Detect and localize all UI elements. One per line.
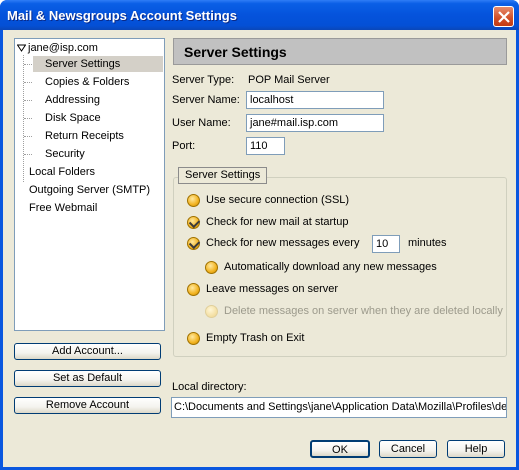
ok-button[interactable]: OK bbox=[310, 440, 370, 458]
tree-item-label: Copies & Folders bbox=[45, 76, 130, 88]
title-bar[interactable]: Mail & Newsgroups Account Settings bbox=[0, 0, 519, 30]
leave-on-server-checkbox[interactable] bbox=[187, 283, 200, 296]
check-startup-label: Check for new mail at startup bbox=[206, 216, 349, 228]
port-label: Port: bbox=[172, 140, 196, 152]
local-directory-field[interactable]: C:\Documents and Settings\jane\Applicati… bbox=[171, 397, 507, 418]
check-interval-field[interactable]: 10 bbox=[372, 235, 400, 253]
tree-item-label: Return Receipts bbox=[45, 130, 124, 142]
local-directory-label: Local directory: bbox=[172, 381, 247, 393]
close-icon bbox=[498, 11, 510, 23]
tree-connector bbox=[24, 64, 32, 65]
auto-download-checkbox[interactable] bbox=[205, 261, 218, 274]
tree-connector bbox=[24, 136, 32, 137]
use-ssl-checkbox[interactable] bbox=[187, 194, 200, 207]
window-title: Mail & Newsgroups Account Settings bbox=[7, 8, 237, 23]
tree-connector bbox=[24, 154, 32, 155]
tree-item-free-webmail[interactable]: Free Webmail bbox=[29, 200, 97, 216]
empty-trash-checkbox[interactable] bbox=[187, 332, 200, 345]
tree-item-label: Disk Space bbox=[45, 112, 101, 124]
tree-item-return-receipts[interactable]: Return Receipts bbox=[45, 128, 124, 144]
user-name-label: User Name: bbox=[172, 117, 231, 129]
set-as-default-button[interactable]: Set as Default bbox=[14, 370, 161, 387]
tree-item-disk-space[interactable]: Disk Space bbox=[45, 110, 101, 126]
account-settings-window: Mail & Newsgroups Account Settings jane@… bbox=[0, 0, 519, 470]
check-startup-checkbox[interactable] bbox=[187, 216, 200, 229]
server-type-value: POP Mail Server bbox=[248, 74, 330, 86]
check-every-checkbox[interactable] bbox=[187, 237, 200, 250]
close-button[interactable] bbox=[493, 6, 514, 27]
tree-item-label: Outgoing Server (SMTP) bbox=[29, 184, 151, 196]
tree-item-label: Addressing bbox=[45, 94, 101, 106]
tree-item-label: Free Webmail bbox=[29, 202, 98, 214]
auto-download-label: Automatically download any new messages bbox=[224, 261, 437, 273]
cancel-button[interactable]: Cancel bbox=[379, 440, 437, 458]
tree-item-label: Security bbox=[45, 148, 85, 160]
tree-item-addressing[interactable]: Addressing bbox=[45, 92, 100, 108]
minutes-label: minutes bbox=[408, 237, 447, 249]
remove-account-button[interactable]: Remove Account bbox=[14, 397, 161, 414]
empty-trash-label: Empty Trash on Exit bbox=[206, 332, 305, 344]
help-button[interactable]: Help bbox=[447, 440, 505, 458]
delete-on-server-checkbox[interactable] bbox=[205, 305, 218, 318]
server-name-field[interactable]: localhost bbox=[246, 91, 384, 109]
account-tree[interactable]: jane@isp.com Server Settings Copies & Fo… bbox=[14, 38, 165, 331]
server-type-label: Server Type: bbox=[172, 74, 235, 86]
leave-on-server-label: Leave messages on server bbox=[206, 283, 339, 295]
panel-header: Server Settings bbox=[173, 38, 507, 65]
chevron-down-icon bbox=[16, 44, 27, 52]
tree-item-label: Local Folders bbox=[29, 166, 96, 178]
user-name-field[interactable]: jane#mail.isp.com bbox=[246, 114, 384, 132]
panel-title: Server Settings bbox=[184, 44, 287, 60]
server-settings-group-title: Server Settings bbox=[178, 167, 268, 184]
tree-connector bbox=[24, 100, 32, 101]
port-field[interactable]: 110 bbox=[246, 137, 285, 155]
tree-account[interactable]: jane@isp.com bbox=[16, 40, 98, 56]
tree-account-label: jane@isp.com bbox=[28, 42, 98, 54]
use-ssl-label: Use secure connection (SSL) bbox=[206, 194, 350, 206]
tree-item-outgoing-server[interactable]: Outgoing Server (SMTP) bbox=[29, 182, 150, 198]
tree-connector bbox=[24, 118, 32, 119]
server-name-label: Server Name: bbox=[172, 94, 240, 106]
dialog-client-area: jane@isp.com Server Settings Copies & Fo… bbox=[3, 30, 516, 467]
tree-item-copies-folders[interactable]: Copies & Folders bbox=[45, 74, 129, 90]
tree-item-security[interactable]: Security bbox=[45, 146, 85, 162]
tree-item-server-settings[interactable]: Server Settings bbox=[33, 56, 163, 72]
tree-connector bbox=[24, 82, 32, 83]
check-every-label: Check for new messages every bbox=[206, 237, 360, 249]
delete-on-server-label: Delete messages on server when they are … bbox=[224, 305, 503, 317]
add-account-button[interactable]: Add Account... bbox=[14, 343, 161, 360]
tree-item-local-folders[interactable]: Local Folders bbox=[29, 164, 95, 180]
tree-item-label: Server Settings bbox=[45, 58, 121, 70]
